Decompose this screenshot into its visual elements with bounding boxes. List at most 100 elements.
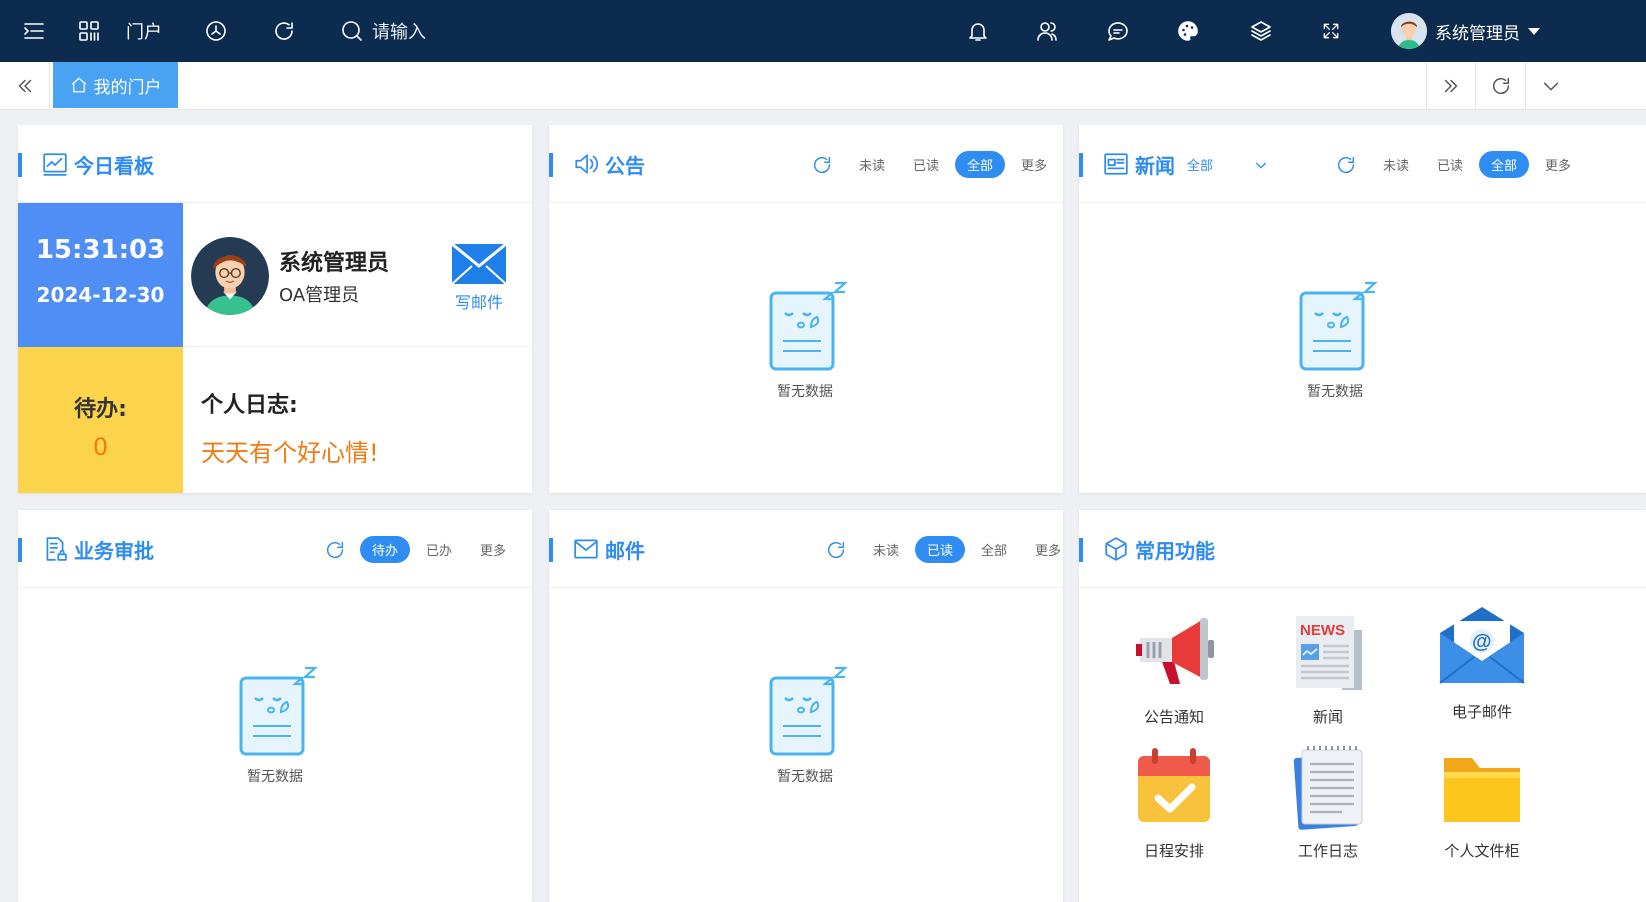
- card-title: 业务审批: [74, 539, 154, 563]
- approval-card: 业务审批 待办 已办 更多 暂无数据: [18, 510, 532, 902]
- tab-label: 我的门户: [93, 77, 162, 98]
- card-header: 业务审批 待办 已办 更多: [18, 510, 532, 588]
- filter-all[interactable]: 全部: [955, 151, 1006, 178]
- write-mail-label: 写邮件: [454, 293, 503, 312]
- filter-unread[interactable]: 未读: [847, 151, 897, 178]
- function-email[interactable]: @ 电子邮件: [1427, 603, 1537, 722]
- layers-icon[interactable]: [1249, 0, 1273, 62]
- empty-state: 暂无数据: [745, 275, 865, 401]
- bell-icon[interactable]: [966, 0, 990, 62]
- filter-done[interactable]: 已办: [414, 536, 464, 563]
- category-value: 全部: [1187, 159, 1214, 174]
- function-label: 个人文件柜: [1444, 842, 1520, 860]
- filter-unread[interactable]: 未读: [1371, 151, 1421, 178]
- user-menu[interactable]: 系统管理员: [1391, 0, 1540, 62]
- dashboard-icon[interactable]: [204, 0, 228, 62]
- function-file-cabinet[interactable]: 个人文件柜: [1427, 742, 1537, 861]
- menu-toggle-icon[interactable]: [22, 0, 46, 62]
- empty-text: 暂无数据: [247, 769, 303, 785]
- empty-state: 暂无数据: [215, 660, 335, 786]
- personal-journal: 个人日志: 天天有个好心情!: [201, 387, 379, 468]
- accent-bar: [1079, 538, 1083, 562]
- card-header: 新闻 全部 未读 已读 全部 更多: [1079, 125, 1646, 203]
- mail-card: 邮件 未读 已读 全部 更多 暂无数据: [549, 510, 1063, 902]
- tabs-scroll-right-icon[interactable]: [1426, 62, 1476, 110]
- news-category-select[interactable]: 全部: [1175, 151, 1269, 178]
- apps-grid-icon[interactable]: [77, 0, 101, 62]
- current-time: 15:31:03: [35, 235, 166, 265]
- calendar-icon: [1138, 748, 1210, 822]
- envelope-icon: [451, 242, 507, 285]
- sleeping-document-icon: [1299, 281, 1378, 371]
- filter-read[interactable]: 已读: [915, 536, 966, 563]
- refresh-icon[interactable]: [811, 154, 833, 176]
- card-header: 公告 未读 已读 全部 更多: [549, 125, 1063, 203]
- cube-icon: [1103, 536, 1129, 562]
- portal-menu[interactable]: 门户: [126, 0, 162, 62]
- accent-bar: [18, 153, 22, 177]
- refresh-icon[interactable]: [272, 0, 296, 62]
- newspaper-icon: [1103, 151, 1129, 177]
- function-label: 工作日志: [1297, 842, 1358, 860]
- chat-icon[interactable]: [1106, 0, 1130, 62]
- empty-text: 暂无数据: [777, 769, 833, 785]
- accent-bar: [549, 538, 553, 562]
- news-filters: 未读 已读 全部 更多: [1335, 151, 1587, 178]
- filter-read[interactable]: 已读: [1425, 151, 1475, 178]
- card-header: 今日看板: [18, 125, 532, 203]
- card-title: 邮件: [605, 539, 645, 563]
- function-work-log[interactable]: 工作日志: [1273, 742, 1383, 861]
- more-link[interactable]: 更多: [1533, 151, 1583, 178]
- function-schedule[interactable]: 日程安排: [1119, 742, 1229, 861]
- search-box[interactable]: 请输入: [340, 0, 426, 62]
- more-link[interactable]: 更多: [468, 536, 518, 563]
- journal-label: 个人日志:: [201, 393, 298, 418]
- accent-bar: [1079, 153, 1083, 177]
- tabs-scroll-left-icon[interactable]: [0, 62, 50, 110]
- folder-icon: [1444, 758, 1520, 822]
- filter-todo[interactable]: 待办: [360, 536, 411, 563]
- approval-filters: 待办 已办 更多: [324, 536, 522, 563]
- refresh-icon[interactable]: [825, 539, 847, 561]
- more-link[interactable]: 更多: [1009, 151, 1059, 178]
- tab-my-portal[interactable]: 我的门户: [53, 62, 178, 108]
- refresh-icon[interactable]: [1335, 154, 1357, 176]
- journal-text: 天天有个好心情!: [201, 439, 379, 467]
- empty-state: 暂无数据: [1275, 275, 1395, 401]
- tab-refresh-icon[interactable]: [1476, 62, 1526, 110]
- card-header: 常用功能: [1079, 510, 1646, 588]
- tab-options-chevron-down-icon[interactable]: [1526, 62, 1576, 110]
- fullscreen-icon[interactable]: [1321, 0, 1341, 62]
- contacts-icon[interactable]: [1035, 0, 1059, 62]
- refresh-icon[interactable]: [324, 539, 346, 561]
- function-label: 公告通知: [1143, 708, 1204, 726]
- common-functions-card: 常用功能 公告通知 NEWS 新闻 @ 电子邮件 日程安排 工作日志 个人文件柜: [1079, 510, 1646, 902]
- function-news[interactable]: NEWS 新闻: [1273, 608, 1383, 727]
- today-dashboard-card: 今日看板 15:31:03 2024-12-30 系统管理员 OA管理员 写邮件…: [18, 125, 532, 493]
- search-icon: [342, 21, 362, 41]
- todo-count: 0: [92, 433, 109, 461]
- theme-palette-icon[interactable]: [1176, 0, 1200, 62]
- search-input[interactable]: 请输入: [372, 18, 426, 44]
- accent-bar: [18, 538, 22, 562]
- user-role: OA管理员: [279, 285, 360, 306]
- write-mail-button[interactable]: 写邮件: [449, 242, 509, 313]
- svg-text:NEWS: NEWS: [1300, 622, 1345, 639]
- more-link[interactable]: 更多: [1023, 536, 1073, 563]
- empty-state: 暂无数据: [745, 660, 865, 786]
- filter-all[interactable]: 全部: [1479, 151, 1530, 178]
- speaker-icon: [573, 151, 599, 177]
- approval-document-icon: [42, 536, 68, 562]
- avatar: [191, 237, 269, 315]
- empty-text: 暂无数据: [777, 384, 833, 400]
- filter-all[interactable]: 全部: [969, 536, 1019, 563]
- newspaper-icon: NEWS: [1296, 616, 1362, 690]
- clock-panel: 15:31:03 2024-12-30: [18, 203, 183, 347]
- mail-icon: [573, 536, 599, 562]
- filter-unread[interactable]: 未读: [861, 536, 911, 563]
- function-label: 电子邮件: [1451, 703, 1512, 721]
- todo-panel[interactable]: 待办: 0: [18, 347, 183, 493]
- filter-read[interactable]: 已读: [901, 151, 951, 178]
- card-title: 今日看板: [74, 154, 154, 178]
- function-announcement[interactable]: 公告通知: [1119, 608, 1229, 727]
